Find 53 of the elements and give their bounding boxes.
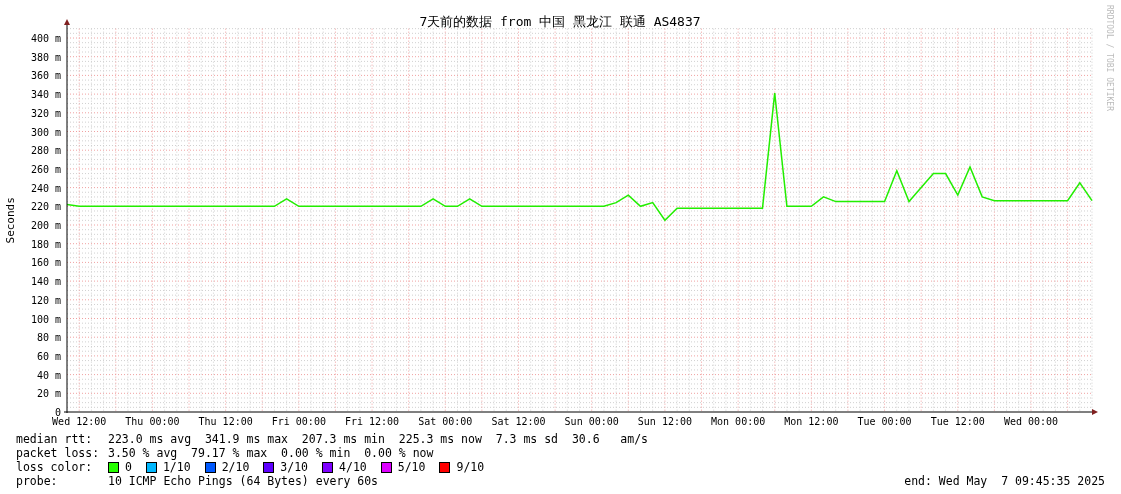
tick-label: 280 m: [30, 145, 61, 157]
tick-label: 180 m: [30, 238, 61, 250]
legend-label: 9/10: [456, 460, 485, 474]
legend-label: 5/10: [397, 460, 426, 474]
legend-label: 2/10: [221, 460, 250, 474]
legend-label: 3/10: [280, 460, 309, 474]
tick-label: Tue 12:00: [930, 416, 985, 427]
tick-label: 400 m: [30, 33, 61, 44]
tick-label: 20 m: [36, 388, 61, 400]
legend-label: median rtt:: [16, 432, 94, 446]
tick-label: 100 m: [30, 313, 61, 325]
tick-label: Sun 00:00: [564, 416, 619, 427]
stats-text: 223.0 ms avg 341.9 ms max 207.3 ms min 225.3 ms now 7.3 ms sd 30.6 am/s: [108, 432, 649, 446]
legend-label: 4/10: [339, 460, 367, 474]
stats-text: 3.50 % avg 79.17 % max 0.00 % min 0.00 % now: [108, 446, 434, 460]
tick-label: Tue 00:00: [857, 416, 912, 427]
credit-text: RRDTOOL / TOBI OETIKER: [1105, 5, 1114, 111]
tick-label: 360 m: [30, 70, 61, 82]
legend-label: packet loss:: [16, 446, 101, 460]
y-axis-label: Seconds: [4, 197, 17, 244]
tick-label: 40 m: [36, 369, 61, 381]
tick-label: Thu 00:00: [125, 416, 180, 427]
tick-label: 240 m: [30, 182, 61, 194]
tick-label: 80 m: [36, 332, 61, 344]
tick-label: 60 m: [36, 350, 61, 362]
tick-label: Mon 00:00: [711, 416, 766, 427]
tick-label: Wed 12:00: [52, 416, 107, 427]
tick-label: 320 m: [30, 107, 61, 119]
legend-label: 0: [125, 460, 132, 474]
tick-label: 300 m: [30, 126, 61, 138]
tick-label: 340 m: [30, 89, 61, 101]
tick-label: Sat 00:00: [418, 416, 473, 427]
tick-label: Thu 12:00: [198, 416, 253, 427]
tick-label: 0: [54, 407, 61, 418]
tick-label: 120 m: [30, 294, 61, 306]
tick-label: 200 m: [30, 220, 61, 231]
tick-label: 380 m: [30, 51, 61, 63]
tick-label: 160 m: [30, 257, 61, 269]
probe-text: 10 ICMP Echo Pings (64 Bytes) every 60s: [108, 474, 379, 488]
end-time: end: Wed May 7 09:45:35 2025: [904, 474, 1105, 488]
legend-label: probe:: [16, 474, 59, 488]
legend-label: loss color:: [16, 460, 94, 474]
tick-label: Sun 12:00: [637, 416, 692, 427]
chart-title: 7天前的数据 from 中国 黑龙江 联通 AS4837: [419, 14, 701, 29]
tick-label: Fri 00:00: [271, 416, 326, 427]
tick-label: 260 m: [30, 163, 61, 175]
tick-label: Wed 00:00: [1003, 416, 1059, 427]
tick-label: Mon 12:00: [784, 416, 839, 427]
tick-label: Sat 12:00: [491, 416, 546, 427]
tick-label: Fri 12:00: [344, 416, 400, 427]
legend-label: 1/10: [162, 460, 191, 474]
tick-label: 140 m: [30, 276, 61, 288]
tick-label: 220 m: [30, 201, 61, 213]
